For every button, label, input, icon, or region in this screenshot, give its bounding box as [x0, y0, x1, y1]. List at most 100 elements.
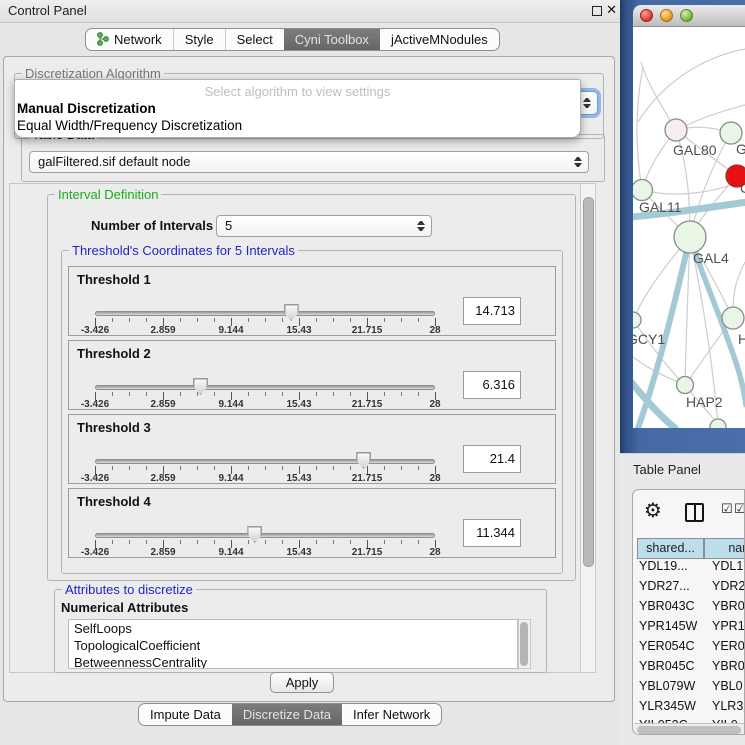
node-hap2[interactable]: [677, 377, 694, 394]
table-data-combobox[interactable]: galFiltered.sif default node: [29, 151, 589, 173]
network-graph: GAL80 GA C GAL11 GAL4 GCY1 H HAP2: [633, 27, 745, 428]
zoom-window-icon[interactable]: [680, 9, 693, 22]
node-gal11[interactable]: [633, 180, 653, 201]
threshold-3-panel: Threshold 3 -3.426 2.859 9.144 15.43 21.…: [68, 414, 556, 484]
tick-label: -3.426: [81, 547, 109, 558]
scrollbar-thumb[interactable]: [583, 197, 594, 567]
threshold-4-slider[interactable]: -3.426 2.859 9.144 15.43 21.715 28: [95, 533, 435, 538]
table-row[interactable]: YER054CYER0: [633, 639, 744, 659]
network-canvas[interactable]: GAL80 GA C GAL11 GAL4 GCY1 H HAP2: [633, 27, 745, 428]
apply-button[interactable]: Apply: [270, 672, 334, 693]
threshold-3-value-field[interactable]: 21.4: [463, 445, 521, 473]
cyni-toolbox-panel: Discretization Algorithm Select algorith…: [3, 56, 615, 702]
tab-discretize-data[interactable]: Discretize Data: [232, 704, 342, 725]
threshold-1-slider[interactable]: -3.426 2.859 9.144 15.43 21.715 28: [95, 311, 435, 316]
num-intervals-value: 5: [225, 218, 232, 233]
tick-label: 28: [429, 325, 440, 336]
combo-arrows-icon: [574, 154, 582, 170]
bottom-tab-bar: Impute Data Discretize Data Infer Networ…: [138, 703, 442, 726]
table-row[interactable]: YLR345WYLR3: [633, 699, 744, 719]
threshold-2-label: Threshold 2: [77, 346, 151, 361]
table-row[interactable]: YBR045CYBR0: [633, 659, 744, 679]
tab-select[interactable]: Select: [225, 29, 284, 50]
node-label-gcy1: GCY1: [633, 331, 665, 347]
table-row[interactable]: YDR27...YDR2: [633, 579, 744, 599]
tick-label: 2.859: [150, 473, 175, 484]
algorithm-option-manual[interactable]: Manual Discretization: [17, 101, 156, 116]
close-window-icon[interactable]: [640, 9, 653, 22]
tab-style[interactable]: Style: [173, 29, 225, 50]
close-panel-icon[interactable]: ✕: [606, 2, 617, 18]
list-item[interactable]: TopologicalCoefficient: [69, 637, 517, 654]
node-label-h: H: [738, 331, 745, 347]
table-row[interactable]: YBR043CYBR0: [633, 599, 744, 619]
node-gcy1[interactable]: [633, 312, 641, 328]
tab-infer-network[interactable]: Infer Network: [342, 704, 441, 725]
threshold-3-slider[interactable]: -3.426 2.859 9.144 15.43 21.715 28: [95, 459, 435, 464]
node-bottom-partial[interactable]: [710, 419, 726, 428]
node-label-gal11: GAL11: [639, 199, 682, 215]
slider-track: [95, 459, 435, 464]
list-item[interactable]: SelfLoops: [69, 620, 517, 637]
tab-network[interactable]: Network: [86, 29, 173, 50]
gear-icon[interactable]: ⚙: [644, 498, 662, 523]
table-row[interactable]: YDL19...YDL1: [633, 559, 744, 579]
tick-label: -3.426: [81, 399, 109, 410]
tick-label: 28: [429, 547, 440, 558]
node-gal80[interactable]: [665, 119, 687, 141]
attributes-list-scrollbar[interactable]: [518, 619, 531, 669]
threshold-2-value-field[interactable]: 6.316: [463, 371, 521, 399]
table-horizontal-scrollbar[interactable]: [634, 723, 744, 735]
threshold-4-value-field[interactable]: 11.344: [463, 519, 521, 547]
threshold-3-label: Threshold 3: [77, 420, 151, 435]
tick-label: -3.426: [81, 473, 109, 484]
thresholds-group-title: Threshold's Coordinates for 5 Intervals: [69, 243, 298, 258]
slider-ticks: [95, 540, 436, 549]
tick-label: 15.43: [286, 325, 311, 336]
node-table-container: ⚙ ☑ ☑ shared... name YDL19...YDL1 YDR27.…: [632, 489, 745, 735]
threshold-1-value-field[interactable]: 14.713: [463, 297, 521, 325]
node-h[interactable]: [722, 307, 744, 329]
checkbox-icon[interactable]: ☑: [721, 501, 733, 517]
combo-arrows-icon: [417, 218, 425, 234]
table-panel-title: Table Panel: [633, 462, 701, 477]
list-item[interactable]: BetweennessCentrality: [69, 654, 517, 669]
tab-impute-data[interactable]: Impute Data: [139, 704, 232, 725]
minimize-window-icon[interactable]: [660, 9, 673, 22]
tab-jactivemnodules[interactable]: jActiveMNodules: [380, 29, 499, 50]
num-intervals-combobox[interactable]: 5: [216, 215, 432, 237]
node-label-hap2: HAP2: [686, 394, 723, 410]
tick-label: 21.715: [352, 325, 383, 336]
columns-icon[interactable]: [685, 503, 704, 522]
tick-label: 21.715: [352, 473, 383, 484]
threshold-1-label: Threshold 1: [77, 272, 151, 287]
threshold-2-slider[interactable]: -3.426 2.859 9.144 15.43 21.715 28: [95, 385, 435, 390]
attributes-group: Attributes to discretize Numerical Attri…: [54, 589, 547, 673]
tab-cyni-toolbox[interactable]: Cyni Toolbox: [284, 29, 380, 50]
screenshot-root: Control Panel ✕ Network Style Select Cyn…: [0, 0, 745, 745]
tick-label: 21.715: [352, 547, 383, 558]
network-icon: [97, 32, 109, 49]
column-header-name[interactable]: name: [704, 538, 745, 559]
network-window-titlebar: [633, 5, 745, 27]
attributes-group-title: Attributes to discretize: [62, 582, 196, 597]
top-tab-bar: Network Style Select Cyni Toolbox jActiv…: [85, 28, 500, 51]
tick-label: 9.144: [218, 547, 243, 558]
scrollbar-thumb[interactable]: [637, 726, 741, 734]
table-row[interactable]: YBL079WYBL0: [633, 679, 744, 699]
column-header-shared-name[interactable]: shared...: [637, 538, 704, 559]
node-gal4[interactable]: [674, 221, 706, 253]
tick-label: 28: [429, 473, 440, 484]
float-window-icon[interactable]: [592, 6, 602, 16]
threshold-4-panel: Threshold 4 -3.426 2.859 9.144 15.43 21.…: [68, 488, 556, 558]
settings-vertical-scrollbar[interactable]: [580, 183, 596, 673]
slider-ticks: [95, 392, 436, 401]
checkbox-icon[interactable]: ☑: [734, 501, 745, 517]
num-intervals-label: Number of Intervals: [91, 218, 213, 233]
algorithm-option-equal-width[interactable]: Equal Width/Frequency Discretization: [17, 118, 242, 133]
tick-label: 9.144: [218, 325, 243, 336]
algorithm-dropdown-popup: Select algorithm to view settings Manual…: [14, 79, 581, 138]
tick-label: 15.43: [286, 473, 311, 484]
tick-label: 9.144: [218, 399, 243, 410]
table-row[interactable]: YPR145WYPR1: [633, 619, 744, 639]
